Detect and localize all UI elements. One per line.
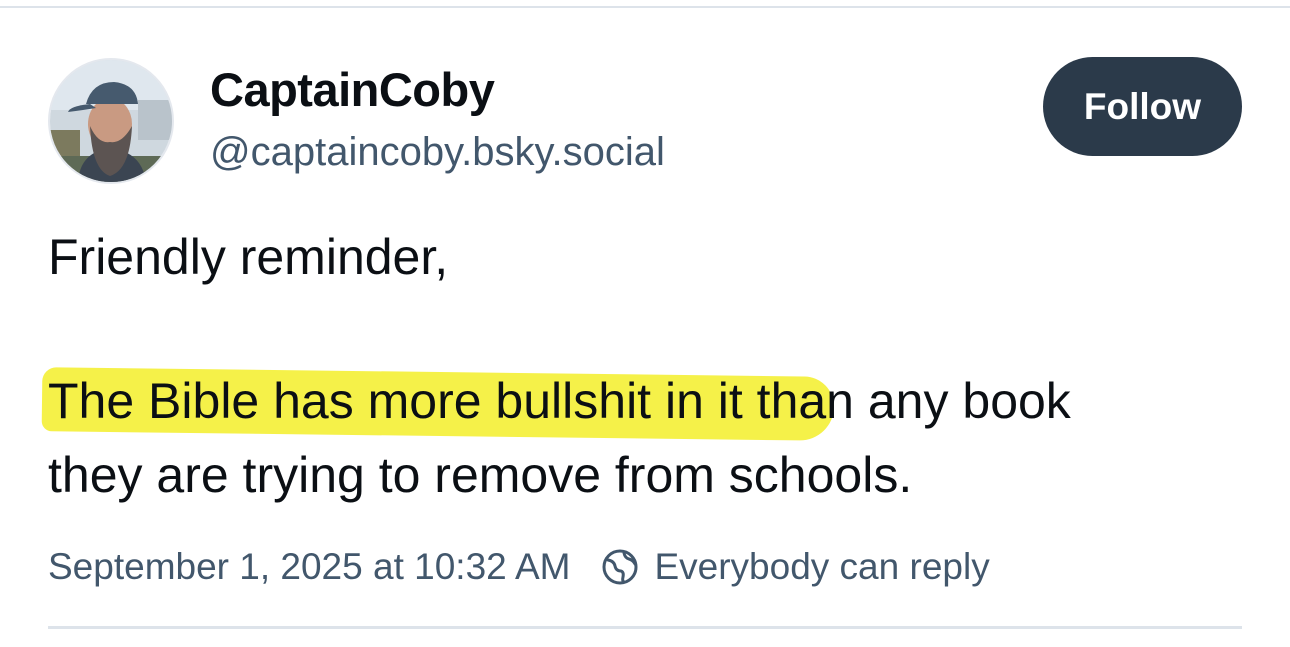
post-text-line-2: The Bible has more bullshit in it than a… bbox=[48, 372, 1071, 430]
display-name[interactable]: CaptainCoby bbox=[210, 62, 495, 117]
globe-icon bbox=[600, 547, 640, 587]
timestamp[interactable]: September 1, 2025 at 10:32 AM bbox=[48, 546, 570, 588]
reply-setting[interactable]: Everybody can reply bbox=[654, 546, 989, 588]
post-text-line-2-rest: it than any book bbox=[717, 373, 1071, 429]
top-divider bbox=[0, 6, 1290, 8]
highlighted-text: The Bible has more bullshit in bbox=[48, 373, 718, 429]
post-meta: September 1, 2025 at 10:32 AM Everybody … bbox=[48, 546, 990, 588]
post-text-line-3: they are trying to remove from schools. bbox=[48, 447, 913, 503]
handle[interactable]: @captaincoby.bsky.social bbox=[210, 130, 665, 175]
bottom-divider bbox=[48, 626, 1242, 629]
follow-button[interactable]: Follow bbox=[1043, 57, 1242, 156]
post-text-line-1: Friendly reminder, bbox=[48, 229, 449, 285]
avatar[interactable] bbox=[48, 58, 174, 184]
